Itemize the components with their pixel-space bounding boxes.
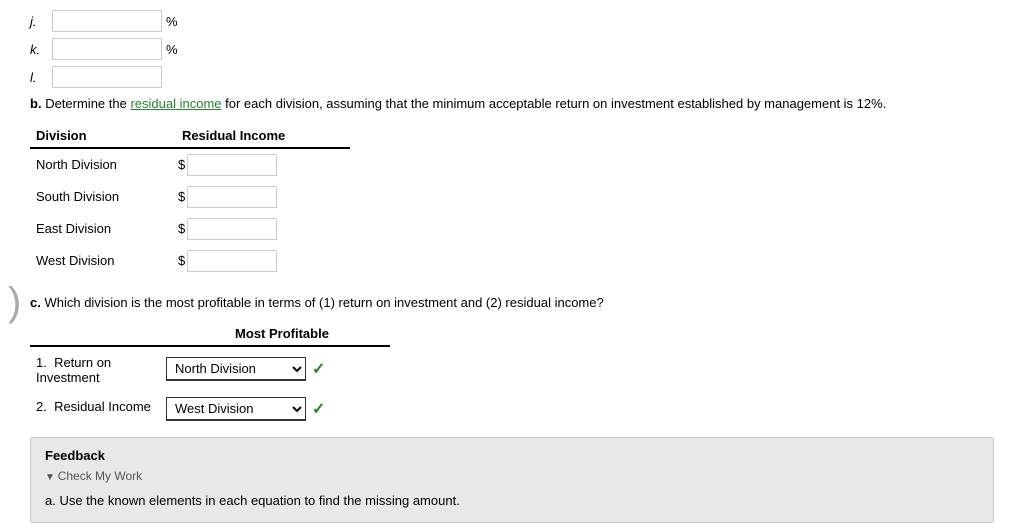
- residual-input-north: $: [172, 148, 350, 181]
- input-j[interactable]: [52, 10, 162, 32]
- row1-number: 1.: [36, 355, 47, 370]
- residual-input-west: $: [172, 245, 350, 277]
- residual-input-south: $: [172, 181, 350, 213]
- most-profitable-row-2: 2. Residual Income North Division South …: [30, 391, 390, 427]
- input-east-residual[interactable]: [187, 218, 277, 240]
- residual-income-dropdown-cell: North Division South Division East Divis…: [160, 391, 390, 427]
- residual-income-table: Division Residual Income North Division …: [30, 124, 350, 277]
- section-b-prefix: b.: [30, 96, 42, 111]
- left-bracket: ): [8, 280, 21, 325]
- input-l[interactable]: [52, 66, 162, 88]
- division-name-east: East Division: [30, 213, 172, 245]
- dollar-sign-south: $: [178, 189, 185, 204]
- dropdown-wrap-2: North Division South Division East Divis…: [166, 397, 384, 421]
- input-row-j: j. %: [30, 10, 994, 32]
- residual-income-label: 2. Residual Income: [30, 391, 160, 427]
- residual-income-select[interactable]: North Division South Division East Divis…: [166, 397, 306, 421]
- input-north-residual[interactable]: [187, 154, 277, 176]
- top-inputs-section: j. % k. % l.: [30, 10, 994, 88]
- section-c: c. Which division is the most profitable…: [30, 293, 994, 428]
- dropdown-wrap-1: North Division South Division East Divis…: [166, 357, 384, 381]
- division-name-west: West Division: [30, 245, 172, 277]
- input-south-residual[interactable]: [187, 186, 277, 208]
- feedback-box: Feedback Check My Work a. Use the known …: [30, 437, 994, 523]
- input-west-residual[interactable]: [187, 250, 277, 272]
- dollar-sign-north: $: [178, 157, 185, 172]
- input-row-k: k. %: [30, 38, 994, 60]
- division-name-south: South Division: [30, 181, 172, 213]
- pct-j: %: [166, 14, 178, 29]
- table-row: North Division $: [30, 148, 350, 181]
- table-row: East Division $: [30, 213, 350, 245]
- table-row: South Division $: [30, 181, 350, 213]
- section-c-instruction: c. Which division is the most profitable…: [30, 293, 994, 313]
- col-header-division: Division: [30, 124, 172, 148]
- check-mark-1: ✓: [312, 359, 325, 379]
- division-name-north: North Division: [30, 148, 172, 181]
- residual-input-east: $: [172, 213, 350, 245]
- return-on-investment-dropdown-cell: North Division South Division East Divis…: [160, 346, 390, 391]
- label-k: k.: [30, 42, 52, 57]
- section-b-text-end: for each division, assuming that the min…: [225, 96, 886, 111]
- residual-income-link[interactable]: residual income: [130, 96, 221, 111]
- section-c-text: Which division is the most profitable in…: [44, 295, 603, 310]
- check-my-work: Check My Work: [45, 469, 979, 483]
- check-mark-2: ✓: [312, 399, 325, 419]
- return-on-investment-label: 1. Return onInvestment: [30, 346, 160, 391]
- section-b-instruction: b. Determine the residual income for eac…: [30, 94, 994, 114]
- dollar-sign-west: $: [178, 253, 185, 268]
- pct-k: %: [166, 42, 178, 57]
- label-l: l.: [30, 70, 52, 85]
- most-profitable-row-1: 1. Return onInvestment North Division So…: [30, 346, 390, 391]
- table-row: West Division $: [30, 245, 350, 277]
- most-profitable-table: Most Profitable 1. Return onInvestment N…: [30, 322, 390, 427]
- row2-number: 2.: [36, 399, 47, 414]
- input-row-l: l.: [30, 66, 994, 88]
- label-j: j.: [30, 14, 52, 29]
- return-on-investment-select[interactable]: North Division South Division East Divis…: [166, 357, 306, 381]
- feedback-content: a. Use the known elements in each equati…: [45, 491, 979, 512]
- section-c-prefix: c.: [30, 295, 41, 310]
- feedback-title: Feedback: [45, 448, 979, 463]
- input-k[interactable]: [52, 38, 162, 60]
- section-b-text-start: Determine the: [45, 96, 130, 111]
- dollar-sign-east: $: [178, 221, 185, 236]
- most-profitable-header: Most Profitable: [30, 322, 390, 346]
- section-b: b. Determine the residual income for eac…: [30, 94, 994, 277]
- col-header-residual-income: Residual Income: [172, 124, 350, 148]
